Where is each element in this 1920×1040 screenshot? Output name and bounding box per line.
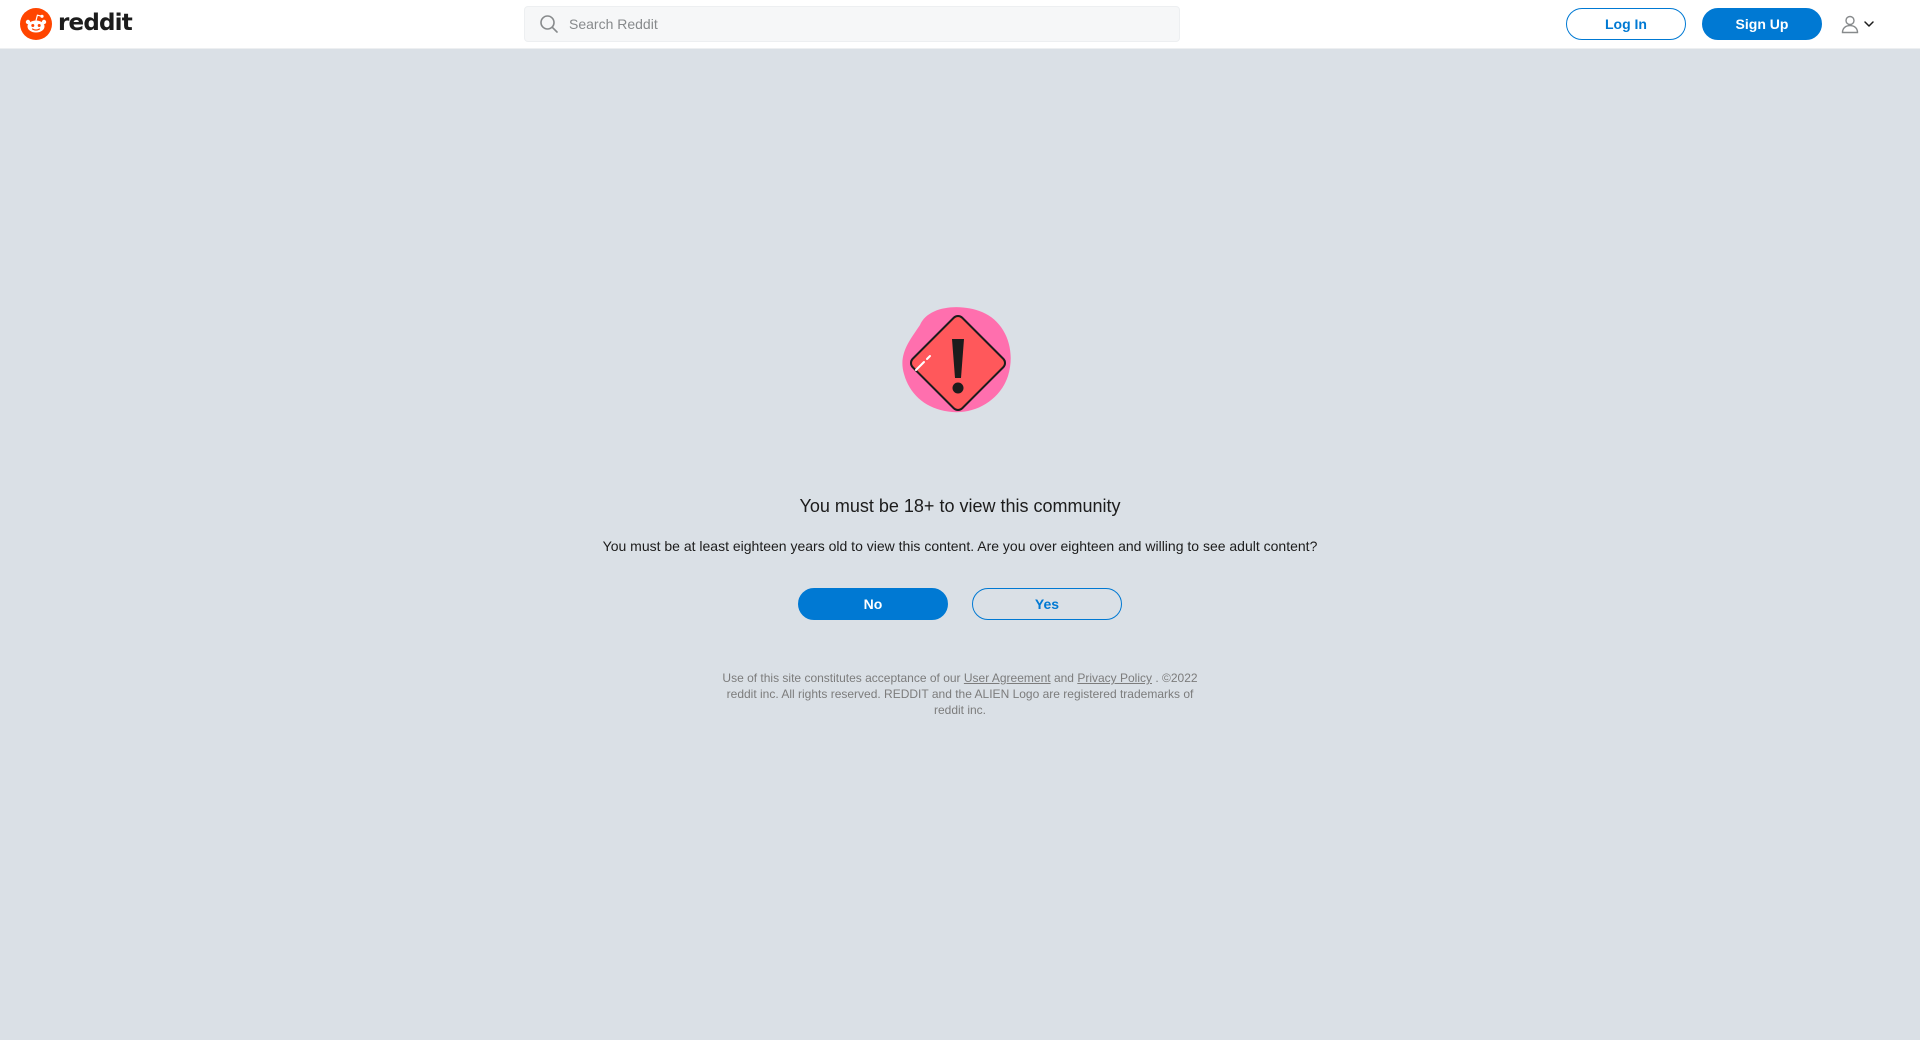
top-header: reddit Log In Sign Up	[0, 0, 1920, 49]
gate-title: You must be 18+ to view this community	[799, 496, 1121, 516]
legal-prefix: Use of this site constitutes acceptance …	[722, 671, 961, 685]
legal-footer: Use of this site constitutes acceptance …	[720, 670, 1200, 718]
search-input[interactable]	[569, 8, 1149, 40]
reddit-alien-logo-icon	[20, 8, 52, 40]
reddit-wordmark: reddit	[58, 10, 133, 36]
chevron-down-icon	[1864, 21, 1874, 27]
user-agreement-link[interactable]: User Agreement	[964, 671, 1051, 685]
no-button[interactable]: No	[798, 588, 948, 620]
sign-up-button[interactable]: Sign Up	[1702, 8, 1822, 40]
user-icon	[1841, 15, 1859, 34]
warning-sign-icon	[902, 307, 1011, 413]
log-in-button[interactable]: Log In	[1566, 8, 1686, 40]
privacy-policy-link[interactable]: Privacy Policy	[1077, 671, 1152, 685]
legal-and: and	[1053, 671, 1074, 685]
legal-period: .	[1155, 671, 1159, 685]
yes-button[interactable]: Yes	[972, 588, 1122, 620]
reddit-home-link[interactable]: reddit	[20, 8, 133, 40]
search-bar[interactable]	[524, 6, 1180, 42]
gate-description: You must be at least eighteen years old …	[602, 538, 1318, 554]
user-dropdown-button[interactable]	[1840, 10, 1884, 38]
search-icon	[540, 15, 558, 33]
